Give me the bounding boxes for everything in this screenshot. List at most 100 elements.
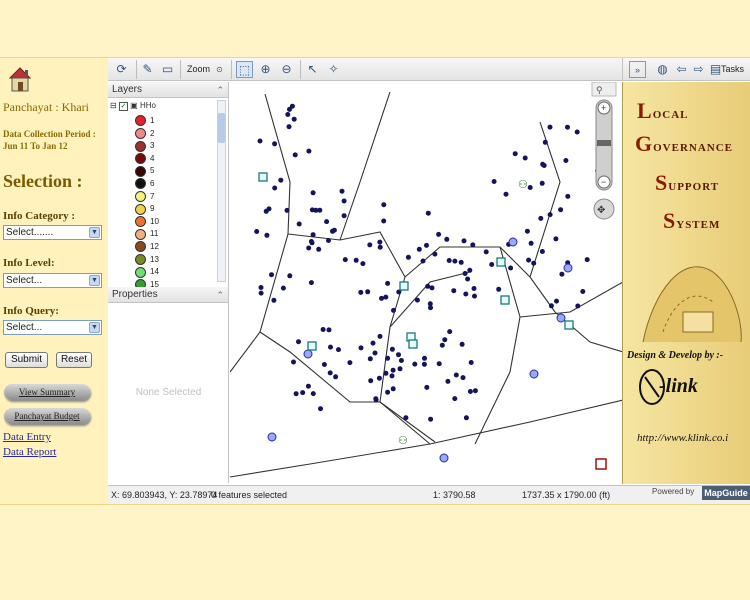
svg-text:✥: ✥	[597, 205, 605, 216]
household-point	[421, 361, 427, 367]
household-points	[254, 103, 601, 422]
info-query-select[interactable]: Select... ▼	[3, 320, 102, 335]
household-point	[398, 358, 404, 363]
layer-legend-item: 10	[135, 216, 159, 228]
zoom-menu-label[interactable]: Zoom	[187, 64, 210, 74]
map-extent: 1737.35 x 1790.00 (ft)	[522, 490, 611, 500]
household-point	[308, 239, 314, 244]
zoom-slider[interactable]: ⚲ + − ✥	[588, 81, 620, 232]
household-point	[327, 370, 333, 376]
tasks-label[interactable]: Tasks	[721, 64, 744, 74]
select-polygon-icon[interactable]: ✧	[325, 61, 342, 78]
map-canvas[interactable]: ⚇ ⚇ ⫽	[230, 82, 623, 482]
task-bar: » ◍ ⇦ ⇨ ▤ Tasks	[622, 58, 750, 81]
household-point	[472, 293, 477, 299]
household-point	[565, 193, 571, 199]
household-point	[429, 285, 435, 291]
household-point	[258, 285, 264, 290]
household-point	[370, 340, 376, 346]
scrollbar-thumb[interactable]	[218, 113, 225, 143]
landmark-markers	[258, 172, 574, 351]
household-point	[553, 236, 559, 242]
chevron-down-icon[interactable]: ⊙	[211, 61, 228, 78]
title-initial: L	[637, 98, 653, 123]
zoom-rectangle-icon[interactable]: ⬚	[236, 61, 253, 78]
data-report-link[interactable]: Data Report	[3, 446, 56, 458]
info-level-value: Select...	[6, 275, 43, 286]
household-point	[321, 362, 327, 367]
checkbox-icon[interactable]: ✓	[118, 102, 128, 111]
collapse-icon[interactable]: ⌃	[216, 287, 224, 303]
household-point	[271, 297, 277, 303]
zoom-out-icon[interactable]: ⊖	[278, 61, 295, 78]
expand-panel-icon[interactable]: »	[629, 61, 646, 78]
data-entry-link[interactable]: Data Entry	[3, 431, 51, 443]
back-arrow-icon[interactable]: ⇦	[673, 61, 690, 78]
measure-icon[interactable]: ✎	[139, 61, 156, 78]
globe-icon[interactable]: ◍	[654, 61, 671, 78]
legend-swatch-icon	[135, 165, 146, 177]
layer-legend-item: 1	[135, 115, 154, 127]
cursor-coordinates: X: 69.803943, Y: 23.78974	[111, 490, 218, 500]
household-point	[447, 329, 453, 335]
household-point	[446, 258, 452, 263]
layer-root[interactable]: ⊟ ✓ ▣ HHo	[110, 101, 156, 111]
household-point	[333, 374, 339, 380]
select-arrow-icon[interactable]: ↖	[304, 61, 321, 78]
household-point	[385, 389, 391, 395]
household-point	[365, 289, 371, 295]
household-point	[336, 347, 341, 353]
household-point	[300, 390, 306, 396]
legend-swatch-icon	[135, 228, 146, 240]
household-point	[471, 286, 477, 291]
info-category-select[interactable]: Select....... ▼	[3, 225, 102, 240]
household-point	[284, 207, 290, 213]
landmark-marker	[500, 295, 510, 305]
chevron-down-icon: ▼	[89, 275, 100, 286]
submit-button[interactable]: Submit	[5, 352, 48, 368]
zoom-handle[interactable]	[597, 140, 611, 146]
household-point	[306, 245, 312, 251]
panchayat-budget-button[interactable]: Panchayat Budget	[4, 408, 90, 424]
household-point	[377, 239, 383, 245]
refresh-map-icon[interactable]: ⟳	[113, 61, 130, 78]
layers-scrollbar[interactable]	[217, 100, 226, 282]
household-point	[280, 285, 286, 291]
household-point	[326, 238, 331, 243]
legend-label: 11	[150, 229, 159, 239]
household-point	[436, 231, 442, 237]
mapguide-logo[interactable]: MapGuide	[702, 486, 750, 500]
household-point	[428, 305, 433, 311]
branding-panel: Local Governance Support System Design &…	[622, 82, 750, 484]
household-point	[257, 138, 263, 144]
household-point	[496, 286, 502, 292]
household-point	[424, 242, 429, 248]
people-icon: ⚇	[398, 435, 408, 447]
legend-label: 7	[150, 191, 155, 201]
legend-swatch-icon	[135, 178, 146, 190]
toolbar-divider	[231, 60, 232, 79]
household-point	[326, 327, 332, 333]
household-point	[558, 207, 564, 213]
legend-label: 2	[150, 128, 155, 138]
info-category-value: Select.......	[6, 227, 54, 238]
household-point	[465, 276, 471, 282]
info-level-select[interactable]: Select... ▼	[3, 273, 102, 288]
map-svg[interactable]: ⚇ ⚇ ⫽	[230, 82, 623, 482]
household-point	[328, 344, 333, 350]
search-icon[interactable]: ⚲	[596, 85, 603, 95]
tree-collapse-icon[interactable]: ⊟	[110, 101, 117, 110]
title-word-system: System	[663, 208, 720, 234]
household-point	[547, 212, 553, 218]
reset-button[interactable]: Reset	[56, 352, 92, 368]
household-point	[368, 378, 374, 384]
zoom-in-icon[interactable]: ⊕	[257, 61, 274, 78]
forward-arrow-icon[interactable]: ⇨	[690, 61, 707, 78]
household-point	[377, 244, 383, 250]
household-point	[425, 283, 431, 289]
legend-swatch-icon	[135, 140, 146, 152]
collapse-icon[interactable]: ⌃	[216, 82, 224, 98]
ruler-icon[interactable]: ▭	[159, 61, 176, 78]
view-summary-button[interactable]: View Summary	[4, 384, 90, 400]
properties-panel: Properties ⌃ None Selected	[108, 287, 229, 483]
